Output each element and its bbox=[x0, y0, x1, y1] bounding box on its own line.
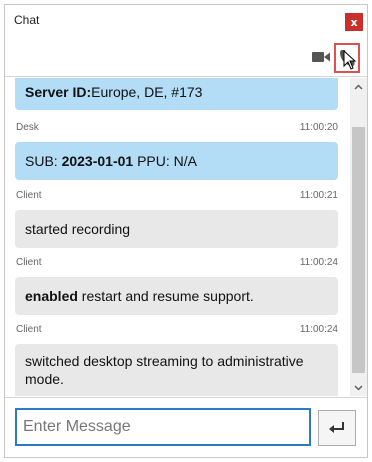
message-item: Server ID:Europe, DE, #173 bbox=[15, 78, 338, 110]
message-input[interactable] bbox=[15, 408, 311, 446]
message-time: 11:00:24 bbox=[299, 324, 338, 335]
message-sender: Desk bbox=[16, 122, 39, 133]
message-header: Client 11:00:24 bbox=[15, 324, 338, 338]
close-icon: x bbox=[350, 15, 358, 29]
message-bold-text: Server ID: bbox=[25, 84, 92, 100]
message-time: 11:00:21 bbox=[299, 190, 338, 201]
message-sender: Client bbox=[16, 257, 42, 268]
message-text: restart and resume support. bbox=[77, 288, 254, 304]
message-sender: Client bbox=[16, 324, 42, 335]
scroll-thumb[interactable] bbox=[352, 127, 365, 373]
send-button[interactable] bbox=[318, 410, 356, 446]
message-text: switched desktop streaming to administra… bbox=[25, 353, 304, 387]
message-bubble: switched desktop streaming to administra… bbox=[15, 344, 338, 396]
message-item: Client 11:00:24 switched desktop streami… bbox=[15, 324, 338, 396]
message-bold-text: 2023-01-01 bbox=[61, 153, 134, 169]
close-button[interactable]: x bbox=[345, 13, 363, 31]
message-item: Client 11:00:21 started recording bbox=[15, 190, 338, 248]
message-bubble: SUB: 2023-01-01 PPU: N/A bbox=[15, 142, 338, 180]
scroll-up-button[interactable] bbox=[350, 78, 367, 95]
message-header: Desk 11:00:20 bbox=[15, 122, 338, 136]
message-time: 11:00:24 bbox=[299, 257, 338, 268]
message-composer bbox=[5, 397, 367, 457]
message-text: PPU: N/A bbox=[133, 153, 197, 169]
message-bold-text: enabled bbox=[25, 288, 78, 304]
message-header: Client 11:00:24 bbox=[15, 257, 338, 271]
message-scrollbar[interactable] bbox=[350, 78, 367, 396]
message-header: Client 11:00:21 bbox=[15, 190, 338, 204]
message-time: 11:00:20 bbox=[299, 122, 338, 133]
scroll-down-button[interactable] bbox=[350, 379, 367, 396]
message-bubble: enabled restart and resume support. bbox=[15, 277, 338, 315]
chevron-down-icon bbox=[354, 384, 363, 391]
message-sender: Client bbox=[16, 190, 42, 201]
message-text: SUB: bbox=[25, 153, 62, 169]
voice-call-button[interactable] bbox=[334, 43, 360, 73]
window-title: Chat bbox=[14, 13, 40, 27]
title-bar: Chat x bbox=[5, 5, 367, 35]
phone-icon bbox=[340, 50, 355, 66]
message-item: Client 11:00:24 enabled restart and resu… bbox=[15, 257, 338, 315]
video-camera-icon bbox=[312, 52, 330, 62]
message-bubble: started recording bbox=[15, 210, 338, 248]
message-item: Desk 11:00:20 SUB: 2023-01-01 PPU: N/A bbox=[15, 122, 338, 180]
message-text: Europe, DE, #173 bbox=[91, 84, 203, 100]
message-bubble: Server ID:Europe, DE, #173 bbox=[15, 78, 338, 110]
call-toolbar bbox=[5, 37, 367, 77]
chevron-up-icon bbox=[354, 83, 363, 90]
message-list: Server ID:Europe, DE, #173 Desk 11:00:20… bbox=[5, 78, 350, 396]
chat-window: Chat x Server ID:Europe, DE, #173 Desk 1… bbox=[4, 4, 368, 458]
message-text: started recording bbox=[25, 221, 131, 237]
enter-return-icon bbox=[329, 422, 344, 433]
video-call-button[interactable] bbox=[311, 47, 331, 67]
